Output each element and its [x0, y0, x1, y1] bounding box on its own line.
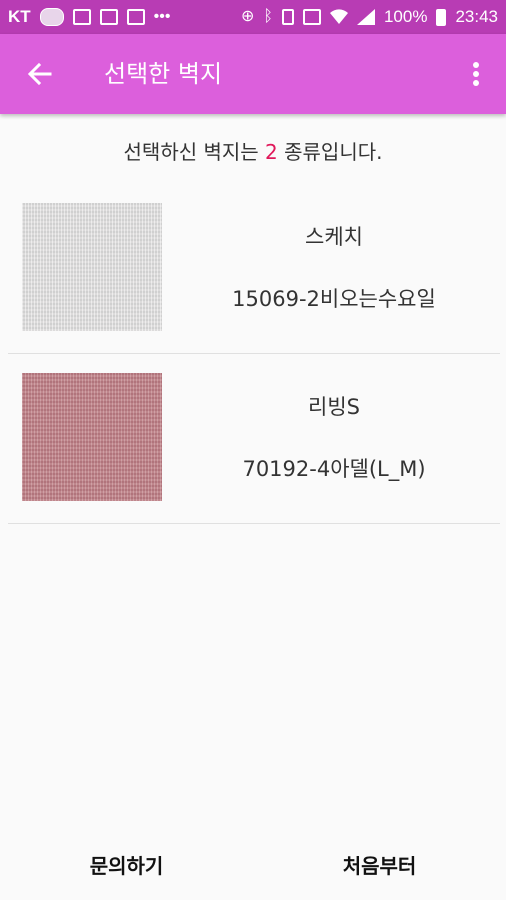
- status-left: KT •••: [8, 7, 170, 27]
- start-over-button[interactable]: 처음부터: [253, 846, 506, 886]
- more-options-icon[interactable]: [464, 58, 488, 90]
- bluetooth-icon: ᛒ: [263, 8, 273, 25]
- battery-level: 100%: [383, 7, 428, 26]
- wallpaper-swatch-image: [22, 203, 162, 331]
- wallpaper-code: 70192-4아델(L_M): [242, 457, 426, 481]
- vibrate-icon: [281, 9, 294, 25]
- data-saver-icon: ⊕: [240, 8, 255, 25]
- wallpaper-item[interactable]: 리빙S 70192-4아델(L_M): [8, 353, 500, 524]
- wallpaper-swatch-image: [22, 373, 162, 501]
- carrier-label: KT: [8, 7, 31, 26]
- gallery-icon: [126, 9, 145, 25]
- selection-count: 2: [265, 140, 278, 164]
- clock: 23:43: [455, 7, 498, 26]
- wifi-icon: [329, 9, 348, 24]
- summary-suffix: 종류입니다.: [277, 140, 383, 164]
- back-arrow-icon[interactable]: [24, 58, 56, 90]
- wallpaper-name: 스케치: [305, 225, 363, 249]
- app-bar: 선택한 벽지: [0, 34, 506, 114]
- wallpaper-name: 리빙S: [308, 395, 360, 419]
- sms-icon: [72, 9, 91, 25]
- status-bar: KT ••• ⊕ ᛒ 100% 23:43: [0, 0, 506, 34]
- selection-summary: 선택하신 벽지는 2 종류입니다.: [0, 134, 506, 170]
- status-right: ⊕ ᛒ 100% 23:43: [241, 7, 498, 27]
- battery-icon: [436, 8, 447, 26]
- inquiry-button[interactable]: 문의하기: [0, 846, 253, 886]
- gmail-icon: [99, 9, 118, 25]
- wallpaper-code: 15069-2비오는수요일: [232, 287, 436, 311]
- signal-icon: [356, 9, 375, 25]
- page-title: 선택한 벽지: [104, 60, 223, 88]
- summary-prefix: 선택하신 벽지는: [123, 140, 266, 164]
- dots-icon: •••: [153, 8, 171, 25]
- wallpaper-item[interactable]: 스케치 15069-2비오는수요일: [8, 183, 500, 354]
- carrier-logo-icon: [39, 8, 64, 26]
- nfc-icon: [302, 9, 321, 25]
